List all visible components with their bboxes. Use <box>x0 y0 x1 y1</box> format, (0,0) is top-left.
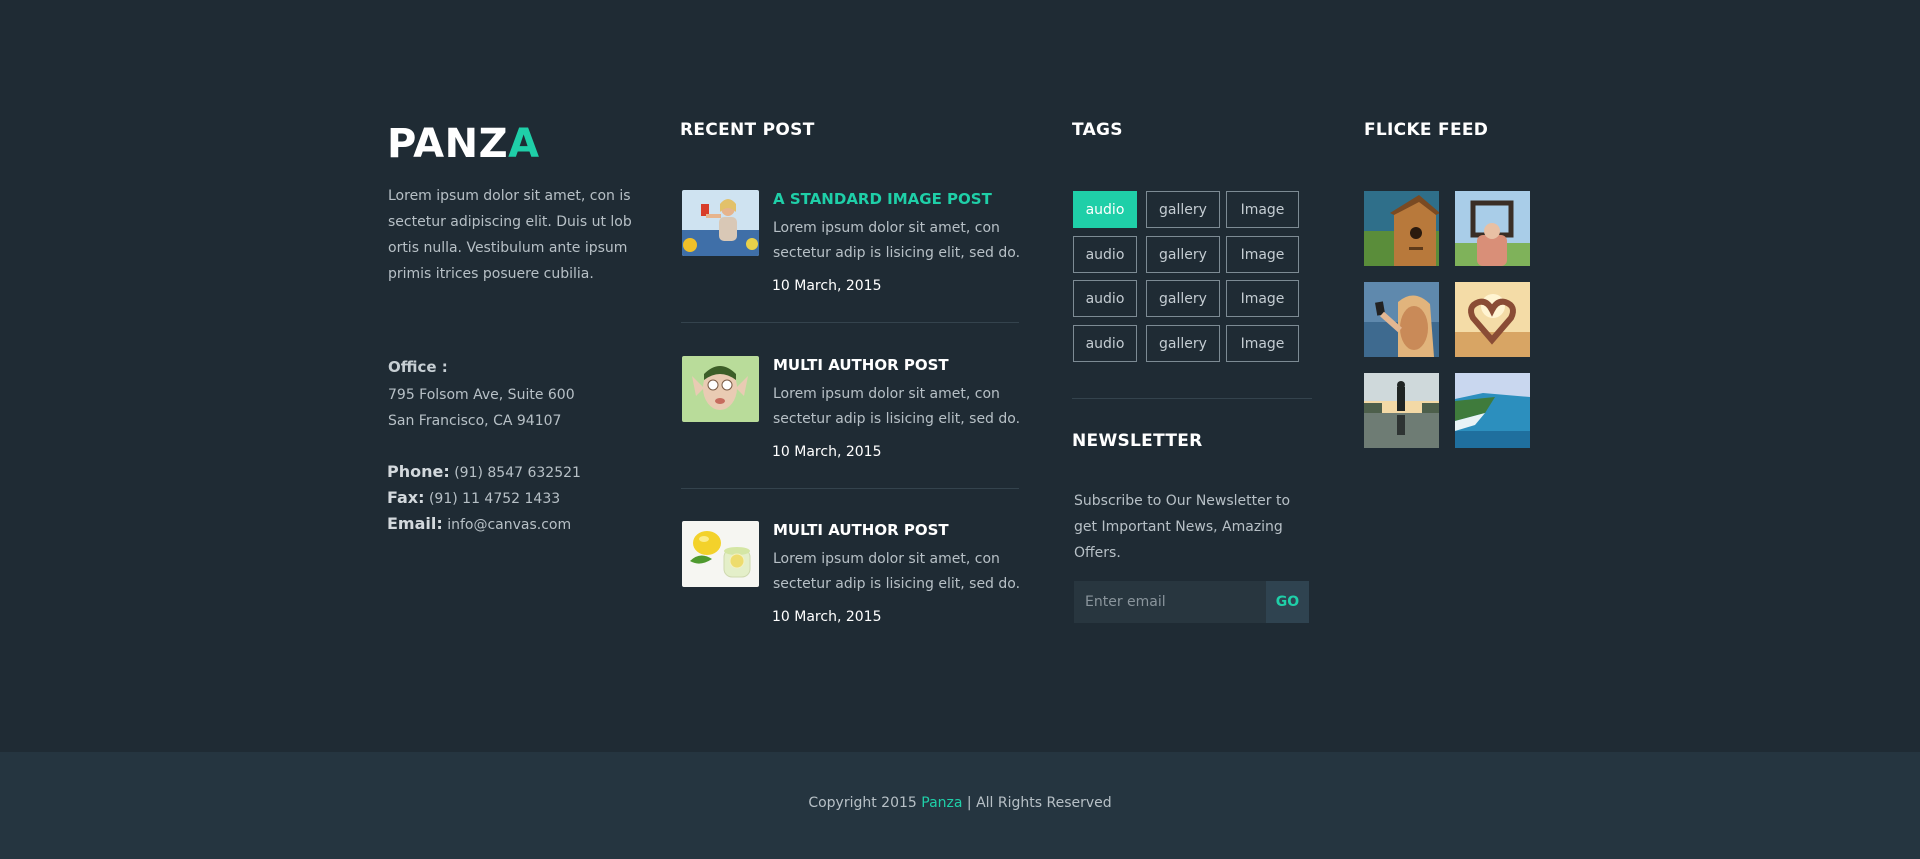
post-title[interactable]: MULTI AUTHOR POST <box>773 356 949 374</box>
copyright-suffix: | All Rights Reserved <box>962 795 1112 811</box>
post-divider <box>681 322 1019 323</box>
flickr-heading: FLICKE FEED <box>1364 120 1489 140</box>
copyright-brand-link[interactable]: Panza <box>921 795 962 811</box>
reflection-photo[interactable] <box>1364 373 1439 448</box>
heart-hands-photo[interactable] <box>1455 282 1530 357</box>
copyright-prefix: Copyright 2015 <box>808 795 922 811</box>
phone-label: Phone: <box>387 462 450 481</box>
tag-audio[interactable]: audio <box>1073 325 1137 362</box>
tag-gallery[interactable]: gallery <box>1146 280 1220 317</box>
post-excerpt: Lorem ipsum dolor sit amet, con sectetur… <box>773 551 1021 592</box>
tags-divider <box>1072 398 1312 399</box>
newsletter-go-button[interactable]: GO <box>1266 581 1309 623</box>
lemon-photo[interactable] <box>682 521 759 587</box>
post-item: MULTI AUTHOR POST Lorem ipsum dolor sit … <box>681 521 1021 671</box>
face-mask-photo[interactable] <box>682 356 759 422</box>
phone-row: Phone: (91) 8547 632521 <box>387 462 581 481</box>
selfie-photo[interactable] <box>1364 282 1439 357</box>
email-row: Email: info@canvas.com <box>387 514 571 533</box>
post-title[interactable]: MULTI AUTHOR POST <box>773 521 949 539</box>
fax-value: (91) 11 4752 1433 <box>428 491 561 507</box>
post-date: 10 March, 2015 <box>772 278 882 294</box>
post-item: A STANDARD IMAGE POST Lorem ipsum dolor … <box>681 190 1021 340</box>
about-text: Lorem ipsum dolor sit amet, con is secte… <box>388 188 632 282</box>
post-item: MULTI AUTHOR POST Lorem ipsum dolor sit … <box>681 356 1021 506</box>
fax-row: Fax: (91) 11 4752 1433 <box>387 488 560 507</box>
tag-gallery[interactable]: gallery <box>1146 191 1220 228</box>
tag-image[interactable]: Image <box>1226 236 1299 273</box>
email-label: Email: <box>387 514 443 533</box>
tag-image[interactable]: Image <box>1226 325 1299 362</box>
woman-drink-photo[interactable] <box>682 190 759 256</box>
tag-gallery[interactable]: gallery <box>1146 325 1220 362</box>
tag-audio[interactable]: audio <box>1073 280 1137 317</box>
logo-main: PANZ <box>387 121 509 167</box>
phone-value: (91) 8547 632521 <box>454 465 581 481</box>
footer-main: PANZA Lorem ipsum dolor sit amet, con is… <box>0 0 1920 752</box>
newsletter-email-input[interactable] <box>1074 581 1266 623</box>
fax-label: Fax: <box>387 488 425 507</box>
tag-image[interactable]: Image <box>1226 280 1299 317</box>
tag-audio[interactable]: audio <box>1073 236 1137 273</box>
office-address-line2: San Francisco, CA 94107 <box>388 413 562 429</box>
tag-audio[interactable]: audio <box>1073 191 1137 228</box>
post-excerpt: Lorem ipsum dolor sit amet, con sectetur… <box>773 386 1021 427</box>
tag-gallery[interactable]: gallery <box>1146 236 1220 273</box>
email-link[interactable]: info@canvas.com <box>447 517 571 533</box>
post-date: 10 March, 2015 <box>772 609 882 625</box>
footer-logo[interactable]: PANZA <box>387 120 540 168</box>
office-address-line1: 795 Folsom Ave, Suite 600 <box>388 387 575 403</box>
recent-post-heading: RECENT POST <box>680 120 815 140</box>
logo-accent: A <box>508 121 540 167</box>
coast-photo[interactable] <box>1455 373 1530 448</box>
copyright: Copyright 2015 Panza | All Rights Reserv… <box>0 795 1920 811</box>
post-date: 10 March, 2015 <box>772 444 882 460</box>
newsletter-heading: NEWSLETTER <box>1072 431 1203 451</box>
tags-heading: TAGS <box>1072 120 1123 140</box>
tag-image[interactable]: Image <box>1226 191 1299 228</box>
birdhouse-photo[interactable] <box>1364 191 1439 266</box>
newsletter-text: Subscribe to Our Newsletter to get Impor… <box>1074 493 1291 561</box>
post-excerpt: Lorem ipsum dolor sit amet, con sectetur… <box>773 220 1021 261</box>
post-divider <box>681 488 1019 489</box>
office-label: Office : <box>388 358 448 376</box>
frame-photo[interactable] <box>1455 191 1530 266</box>
post-title[interactable]: A STANDARD IMAGE POST <box>773 190 992 208</box>
